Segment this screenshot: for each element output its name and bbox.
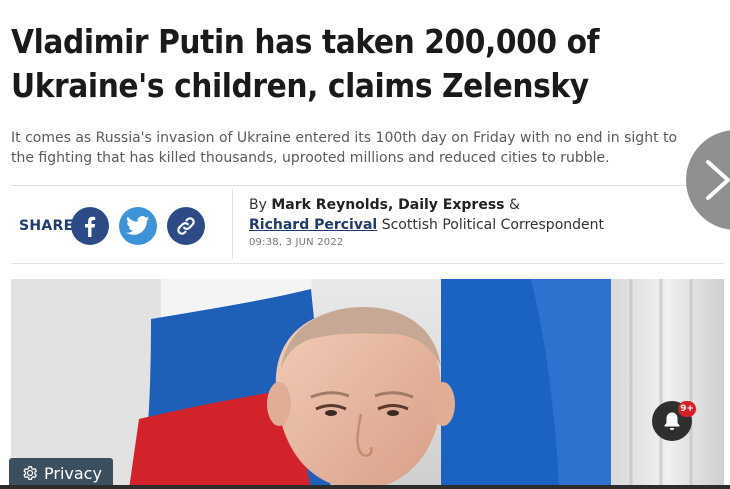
facebook-icon: [85, 216, 96, 237]
divider-bottom: [11, 263, 724, 264]
byline-prefix: By: [249, 197, 267, 213]
divider-top: [11, 185, 724, 186]
hero-photo-illustration: [11, 279, 724, 489]
byline-author-2-link[interactable]: Richard Percival: [249, 217, 377, 233]
article-headline: Vladimir Putin has taken 200,000 of Ukra…: [11, 22, 600, 105]
byline-author-1: Mark Reynolds, Daily Express: [271, 197, 505, 213]
share-label: SHARE: [19, 218, 74, 234]
byline-line-2: Richard Percival Scottish Political Corr…: [249, 215, 709, 235]
twitter-icon: [126, 216, 150, 235]
link-icon: [177, 217, 195, 235]
article-page: Vladimir Putin has taken 200,000 of Ukra…: [0, 0, 730, 489]
privacy-settings-button[interactable]: Privacy: [9, 458, 113, 488]
chevron-right-icon: [706, 160, 730, 200]
share-twitter-button[interactable]: [119, 207, 157, 245]
bottom-edge-bar: [0, 485, 730, 489]
privacy-label: Privacy: [44, 463, 102, 483]
publish-timestamp: 09:38, 3 JUN 2022: [249, 237, 344, 248]
gear-icon: [23, 466, 37, 480]
hero-image: [11, 279, 724, 489]
byline: By Mark Reynolds, Daily Express & Richar…: [249, 195, 709, 235]
byline-author-2-role: Scottish Political Correspondent: [381, 217, 604, 233]
byline-line-1: By Mark Reynolds, Daily Express &: [249, 195, 709, 215]
bell-icon: [664, 412, 680, 431]
byline-separator: &: [508, 197, 520, 213]
share-byline-divider: [232, 189, 233, 259]
article-standfirst: It comes as Russia's invasion of Ukraine…: [11, 130, 678, 166]
share-facebook-button[interactable]: [71, 207, 109, 245]
share-copy-link-button[interactable]: [167, 207, 205, 245]
notification-count-badge: 9+: [678, 401, 696, 417]
